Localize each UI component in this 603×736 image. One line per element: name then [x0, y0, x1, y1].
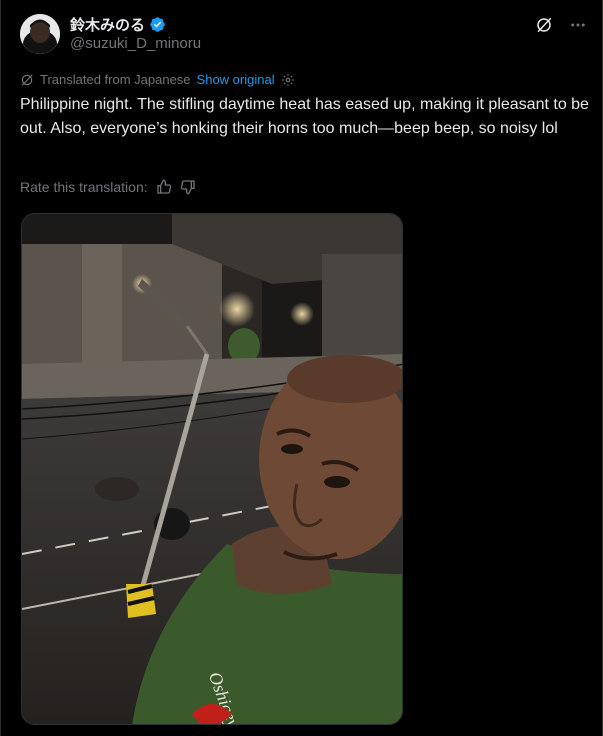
grok-icon[interactable] — [535, 16, 553, 34]
rate-label: Rate this translation: — [20, 179, 148, 195]
avatar[interactable] — [20, 14, 60, 54]
translation-label: Translated from Japanese — [40, 72, 191, 87]
show-original-link[interactable]: Show original — [197, 72, 275, 87]
verified-badge-icon — [150, 17, 165, 32]
rate-translation-row: Rate this translation: — [20, 179, 196, 195]
translation-info-row: Translated from Japanese Show original — [20, 72, 295, 87]
top-actions — [535, 16, 587, 34]
thumbs-down-icon[interactable] — [180, 179, 196, 195]
post-text: Philippine night. The stifling daytime h… — [20, 96, 589, 137]
post-photo[interactable]: Oshiceyo — [21, 213, 403, 725]
author-name-row[interactable]: 鈴木みのる — [70, 14, 166, 35]
author-display-name[interactable]: 鈴木みのる — [70, 14, 145, 35]
gear-icon[interactable] — [281, 73, 295, 87]
photo-scene: Oshiceyo — [22, 214, 402, 724]
translate-icon — [21, 73, 33, 86]
more-icon[interactable] — [569, 16, 587, 34]
thumbs-up-icon[interactable] — [156, 179, 172, 195]
author-handle[interactable]: @suzuki_D_minoru — [70, 35, 201, 52]
avatar-image — [20, 14, 60, 54]
